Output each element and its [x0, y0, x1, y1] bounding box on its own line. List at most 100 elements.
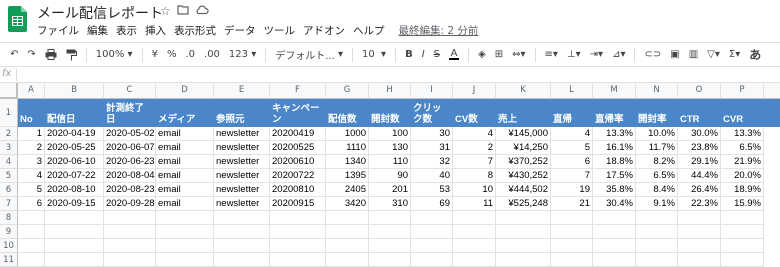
table-cell[interactable]: 1340 — [326, 155, 369, 169]
table-cell[interactable]: 22.3% — [678, 197, 721, 211]
header-cell-e[interactable]: 参照元 — [214, 99, 270, 127]
empty-cell[interactable] — [636, 253, 678, 267]
table-cell[interactable]: ¥14,250 — [496, 141, 551, 155]
menu-data[interactable]: データ — [224, 23, 261, 38]
empty-cell[interactable] — [593, 225, 636, 239]
menu-help[interactable]: ヘルプ — [353, 23, 390, 38]
header-cell-p[interactable]: CVR — [721, 99, 764, 127]
header-cell-g[interactable]: 配信数 — [326, 99, 369, 127]
table-cell[interactable]: 310 — [369, 197, 411, 211]
table-cell[interactable]: 18.9% — [721, 183, 764, 197]
header-cell-i[interactable]: クリック数 — [411, 99, 453, 127]
table-cell[interactable]: 2020-08-04 — [104, 169, 156, 183]
table-cell[interactable]: 13.3% — [721, 127, 764, 141]
table-cell[interactable]: 53 — [411, 183, 453, 197]
row-header-1[interactable]: 1 — [0, 99, 18, 127]
input-tools-icon[interactable]: あ — [749, 46, 761, 63]
table-cell[interactable]: 3 — [18, 155, 45, 169]
table-cell[interactable]: 1 — [18, 127, 45, 141]
table-cell[interactable]: email — [156, 155, 214, 169]
column-header-m[interactable]: M — [593, 83, 636, 99]
table-cell[interactable]: 2020-06-07 — [104, 141, 156, 155]
table-cell[interactable]: 23.8% — [678, 141, 721, 155]
menu-edit[interactable]: 編集 — [87, 23, 113, 38]
column-header-n[interactable]: N — [636, 83, 678, 99]
empty-cell[interactable] — [721, 211, 764, 225]
table-cell[interactable]: 6.5% — [721, 141, 764, 155]
table-cell[interactable]: 2 — [18, 141, 45, 155]
table-cell[interactable]: 11 — [453, 197, 496, 211]
column-header-c[interactable]: C — [104, 83, 156, 99]
table-cell[interactable]: newsletter — [214, 183, 270, 197]
table-cell[interactable]: 21 — [551, 197, 593, 211]
redo-icon[interactable]: ↷ — [27, 49, 35, 60]
empty-cell[interactable] — [214, 239, 270, 253]
table-cell[interactable]: 2020-06-23 — [104, 155, 156, 169]
empty-cell[interactable] — [496, 211, 551, 225]
column-header-a[interactable]: A — [18, 83, 45, 99]
table-cell[interactable]: 30.4% — [593, 197, 636, 211]
table-cell[interactable]: 17.5% — [593, 169, 636, 183]
empty-cell[interactable] — [270, 239, 326, 253]
table-cell[interactable]: 2020-09-15 — [45, 197, 104, 211]
text-rotate-icon[interactable]: ⊿▾ — [612, 49, 625, 60]
table-cell[interactable]: email — [156, 197, 214, 211]
table-cell[interactable]: 2020-08-10 — [45, 183, 104, 197]
table-cell[interactable]: 9.1% — [636, 197, 678, 211]
row-header-5[interactable]: 5 — [0, 169, 18, 183]
empty-cell[interactable] — [721, 225, 764, 239]
bold-button[interactable]: B — [405, 49, 413, 60]
merge-cells-icon[interactable]: ⇔▾ — [512, 49, 525, 60]
insert-link-icon[interactable]: ⊂⊃ — [644, 49, 661, 60]
empty-cell[interactable] — [551, 211, 593, 225]
table-cell[interactable]: 6.5% — [636, 169, 678, 183]
table-cell[interactable]: 35.8% — [593, 183, 636, 197]
table-cell[interactable]: 13.3% — [593, 127, 636, 141]
empty-cell[interactable] — [453, 239, 496, 253]
empty-cell[interactable] — [156, 253, 214, 267]
empty-cell[interactable] — [636, 211, 678, 225]
table-cell[interactable]: 8.4% — [636, 183, 678, 197]
table-cell[interactable]: newsletter — [214, 169, 270, 183]
table-cell[interactable]: 10.0% — [636, 127, 678, 141]
table-cell[interactable]: 2405 — [326, 183, 369, 197]
header-cell-n[interactable]: 開封率 — [636, 99, 678, 127]
text-color-button[interactable]: A — [449, 49, 460, 60]
table-cell[interactable]: 2020-05-02 — [104, 127, 156, 141]
empty-cell[interactable] — [453, 225, 496, 239]
empty-cell[interactable] — [156, 211, 214, 225]
table-cell[interactable]: 8.2% — [636, 155, 678, 169]
column-header-e[interactable]: E — [214, 83, 270, 99]
table-cell[interactable]: 40 — [411, 169, 453, 183]
zoom-select[interactable]: 100% ▾ — [96, 49, 133, 60]
header-cell-m[interactable]: 直帰率 — [593, 99, 636, 127]
table-cell[interactable]: ¥444,502 — [496, 183, 551, 197]
text-wrap-icon[interactable]: ⇥▾ — [590, 49, 603, 60]
table-cell[interactable]: ¥525,248 — [496, 197, 551, 211]
header-cell-d[interactable]: メディア — [156, 99, 214, 127]
row-header-6[interactable]: 6 — [0, 183, 18, 197]
empty-cell[interactable] — [721, 239, 764, 253]
table-cell[interactable]: 2020-09-28 — [104, 197, 156, 211]
empty-cell[interactable] — [18, 239, 45, 253]
table-cell[interactable]: 2020-05-25 — [45, 141, 104, 155]
empty-cell[interactable] — [453, 211, 496, 225]
empty-cell[interactable] — [411, 239, 453, 253]
header-cell-l[interactable]: 直帰 — [551, 99, 593, 127]
header-cell-o[interactable]: CTR — [678, 99, 721, 127]
menu-view[interactable]: 表示 — [116, 23, 142, 38]
empty-cell[interactable] — [18, 211, 45, 225]
row-header-7[interactable]: 7 — [0, 197, 18, 211]
header-cell-c[interactable]: 計測終了日 — [104, 99, 156, 127]
table-cell[interactable]: newsletter — [214, 127, 270, 141]
table-cell[interactable]: newsletter — [214, 155, 270, 169]
empty-cell[interactable] — [496, 253, 551, 267]
table-cell[interactable]: 31 — [411, 141, 453, 155]
empty-cell[interactable] — [214, 211, 270, 225]
table-cell[interactable]: email — [156, 141, 214, 155]
last-edit-link[interactable]: 最終編集: 2 分前 — [399, 23, 484, 38]
empty-cell[interactable] — [104, 253, 156, 267]
column-header-o[interactable]: O — [678, 83, 721, 99]
strikethrough-button[interactable]: S — [434, 49, 440, 60]
empty-cell[interactable] — [593, 239, 636, 253]
